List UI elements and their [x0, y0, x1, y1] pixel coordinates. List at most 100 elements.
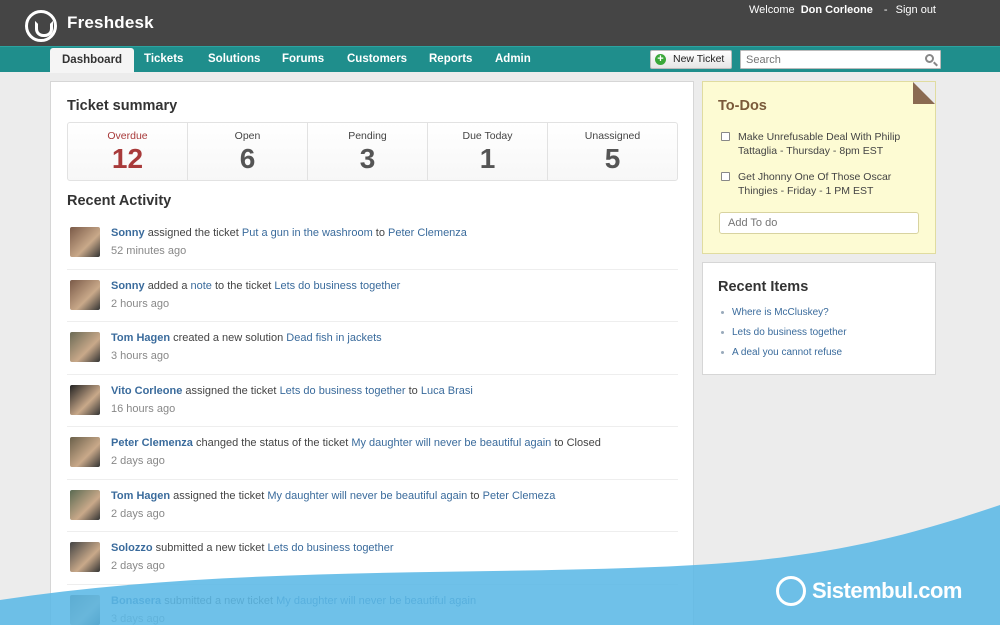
summary-pending[interactable]: Pending 3 — [308, 123, 428, 180]
new-ticket-button[interactable]: + New Ticket — [650, 50, 732, 69]
activity-item: Solozzo submitted a new ticket Lets do b… — [67, 532, 678, 585]
avatar[interactable] — [70, 437, 100, 467]
avatar[interactable] — [70, 594, 100, 625]
todo-text: Get Jhonny One Of Those Oscar Thingies -… — [738, 171, 892, 197]
activity-target-link[interactable]: Lets do business together — [274, 280, 400, 292]
activity-text: Sonny added a note to the ticket Lets do… — [111, 280, 400, 292]
ticket-summary: Overdue 12 Open 6 Pending 3 Due Today 1 … — [67, 122, 678, 181]
recent-items-title: Recent Items — [718, 279, 809, 295]
activity-item-link[interactable]: Put a gun in the washroom — [242, 227, 373, 239]
summary-label: Open — [234, 130, 261, 142]
tab-reports[interactable]: Reports — [429, 47, 472, 72]
activity-item: Vito Corleone assigned the ticket Lets d… — [67, 375, 678, 427]
todos-panel: To-Dos Make Unrefusable Deal With Philip… — [702, 81, 936, 254]
summary-label: Unassigned — [584, 130, 641, 142]
avatar[interactable] — [70, 542, 100, 572]
summary-count: 1 — [479, 143, 496, 174]
activity-timestamp: 2 days ago — [111, 507, 165, 520]
summary-count: 12 — [111, 143, 144, 174]
summary-label: Overdue — [107, 130, 148, 142]
recent-item[interactable]: Lets do business together — [721, 327, 847, 338]
todos-title: To-Dos — [718, 98, 767, 114]
activity-timestamp: 3 hours ago — [111, 350, 170, 362]
activity-item: Sonny added a note to the ticket Lets do… — [67, 270, 678, 322]
tab-solutions[interactable]: Solutions — [208, 47, 260, 72]
activity-item-link[interactable]: My daughter will never be beautiful agai… — [276, 595, 476, 607]
username-link[interactable]: Don Corleone — [801, 4, 873, 16]
activity-item-link[interactable]: Lets do business together — [268, 542, 394, 554]
activity-target-link[interactable]: Peter Clemenza — [388, 227, 467, 239]
todo-checkbox[interactable] — [721, 132, 730, 141]
activity-item-link[interactable]: Dead fish in jackets — [286, 332, 381, 344]
activity-user-link[interactable]: Bonasera — [111, 595, 161, 607]
activity-timestamp: 2 hours ago — [111, 297, 170, 310]
recent-item[interactable]: A deal you cannot refuse — [721, 347, 842, 358]
avatar[interactable] — [70, 279, 100, 310]
activity-item-link[interactable]: My daughter will never be beautiful agai… — [351, 437, 551, 449]
activity-action: submitted a new ticket — [155, 542, 265, 554]
bullet-icon — [721, 330, 724, 334]
tab-admin[interactable]: Admin — [495, 47, 531, 72]
activity-action: changed the status of the ticket — [196, 437, 349, 449]
activity-action: added a — [147, 279, 188, 292]
summary-open[interactable]: Open 6 — [188, 123, 308, 180]
todo-text: Make Unrefusable Deal With Philip Tattag… — [738, 131, 901, 157]
summary-overdue[interactable]: Overdue 12 — [68, 123, 188, 180]
recent-activity-title: Recent Activity — [67, 193, 172, 209]
avatar[interactable] — [70, 384, 100, 415]
tab-tickets[interactable]: Tickets — [144, 47, 183, 72]
activity-item-link[interactable]: My daughter will never be beautiful agai… — [267, 490, 467, 502]
activity-action: created a new solution — [173, 332, 284, 344]
activity-user-link[interactable]: Solozzo — [111, 542, 153, 554]
signout-link[interactable]: Sign out — [896, 4, 936, 16]
summary-unassigned[interactable]: Unassigned 5 — [548, 123, 677, 180]
activity-item: Bonasera submitted a new ticket My daugh… — [67, 585, 678, 625]
activity-connector: to — [408, 384, 418, 397]
recent-item-link[interactable]: Lets do business together — [732, 327, 847, 338]
activity-text: Solozzo submitted a new ticket Lets do b… — [111, 542, 394, 554]
activity-action: submitted a new ticket — [164, 594, 274, 607]
activity-user-link[interactable]: Vito Corleone — [111, 385, 182, 397]
tab-forums[interactable]: Forums — [282, 47, 324, 72]
activity-connector: to Closed — [554, 437, 601, 449]
activity-item-link[interactable]: note — [191, 280, 212, 292]
summary-label: Due Today — [462, 130, 513, 142]
recent-item[interactable]: Where is McCluskey? — [721, 307, 829, 318]
activity-user-link[interactable]: Tom Hagen — [111, 332, 170, 344]
watermark-logo-icon — [776, 576, 806, 606]
activity-timestamp: 16 hours ago — [111, 402, 176, 415]
avatar[interactable] — [70, 227, 100, 257]
welcome-text: Welcome — [748, 4, 795, 16]
recent-item-link[interactable]: Where is McCluskey? — [732, 307, 829, 318]
recent-items-panel: Recent Items Where is McCluskey? Lets do… — [702, 262, 936, 375]
freshdesk-logo-icon[interactable] — [25, 10, 57, 42]
bullet-icon — [721, 310, 724, 314]
activity-item: Peter Clemenza changed the status of the… — [67, 427, 678, 480]
search-input[interactable] — [740, 50, 941, 69]
activity-target-link[interactable]: Peter Clemeza — [483, 490, 556, 502]
activity-user-link[interactable]: Sonny — [111, 280, 145, 292]
activity-target-link[interactable]: Luca Brasi — [421, 385, 473, 397]
activity-user-link[interactable]: Sonny — [111, 227, 145, 239]
avatar[interactable] — [70, 489, 100, 520]
user-bar: Welcome Don Corleone - Sign out — [749, 4, 936, 16]
todo-checkbox[interactable] — [721, 172, 730, 181]
brand-name[interactable]: Freshdesk — [67, 13, 154, 33]
activity-user-link[interactable]: Tom Hagen — [111, 490, 170, 502]
activity-item: Tom Hagen created a new solution Dead fi… — [67, 322, 678, 375]
add-todo-input[interactable] — [719, 212, 919, 234]
activity-item-link[interactable]: Lets do business together — [280, 385, 406, 397]
search-icon[interactable] — [925, 54, 934, 63]
activity-timestamp: 2 days ago — [111, 455, 165, 467]
recent-item-link[interactable]: A deal you cannot refuse — [732, 347, 842, 358]
activity-list: Sonny assigned the ticket Put a gun in t… — [67, 217, 678, 625]
bullet-icon — [721, 350, 724, 354]
ticket-summary-title: Ticket summary — [67, 98, 178, 114]
summary-due-today[interactable]: Due Today 1 — [428, 123, 548, 180]
summary-count: 3 — [359, 143, 376, 174]
avatar[interactable] — [70, 332, 100, 362]
tab-dashboard[interactable]: Dashboard — [50, 48, 135, 73]
tab-customers[interactable]: Customers — [347, 47, 407, 72]
activity-item: Sonny assigned the ticket Put a gun in t… — [67, 217, 678, 270]
activity-user-link[interactable]: Peter Clemenza — [111, 437, 193, 449]
